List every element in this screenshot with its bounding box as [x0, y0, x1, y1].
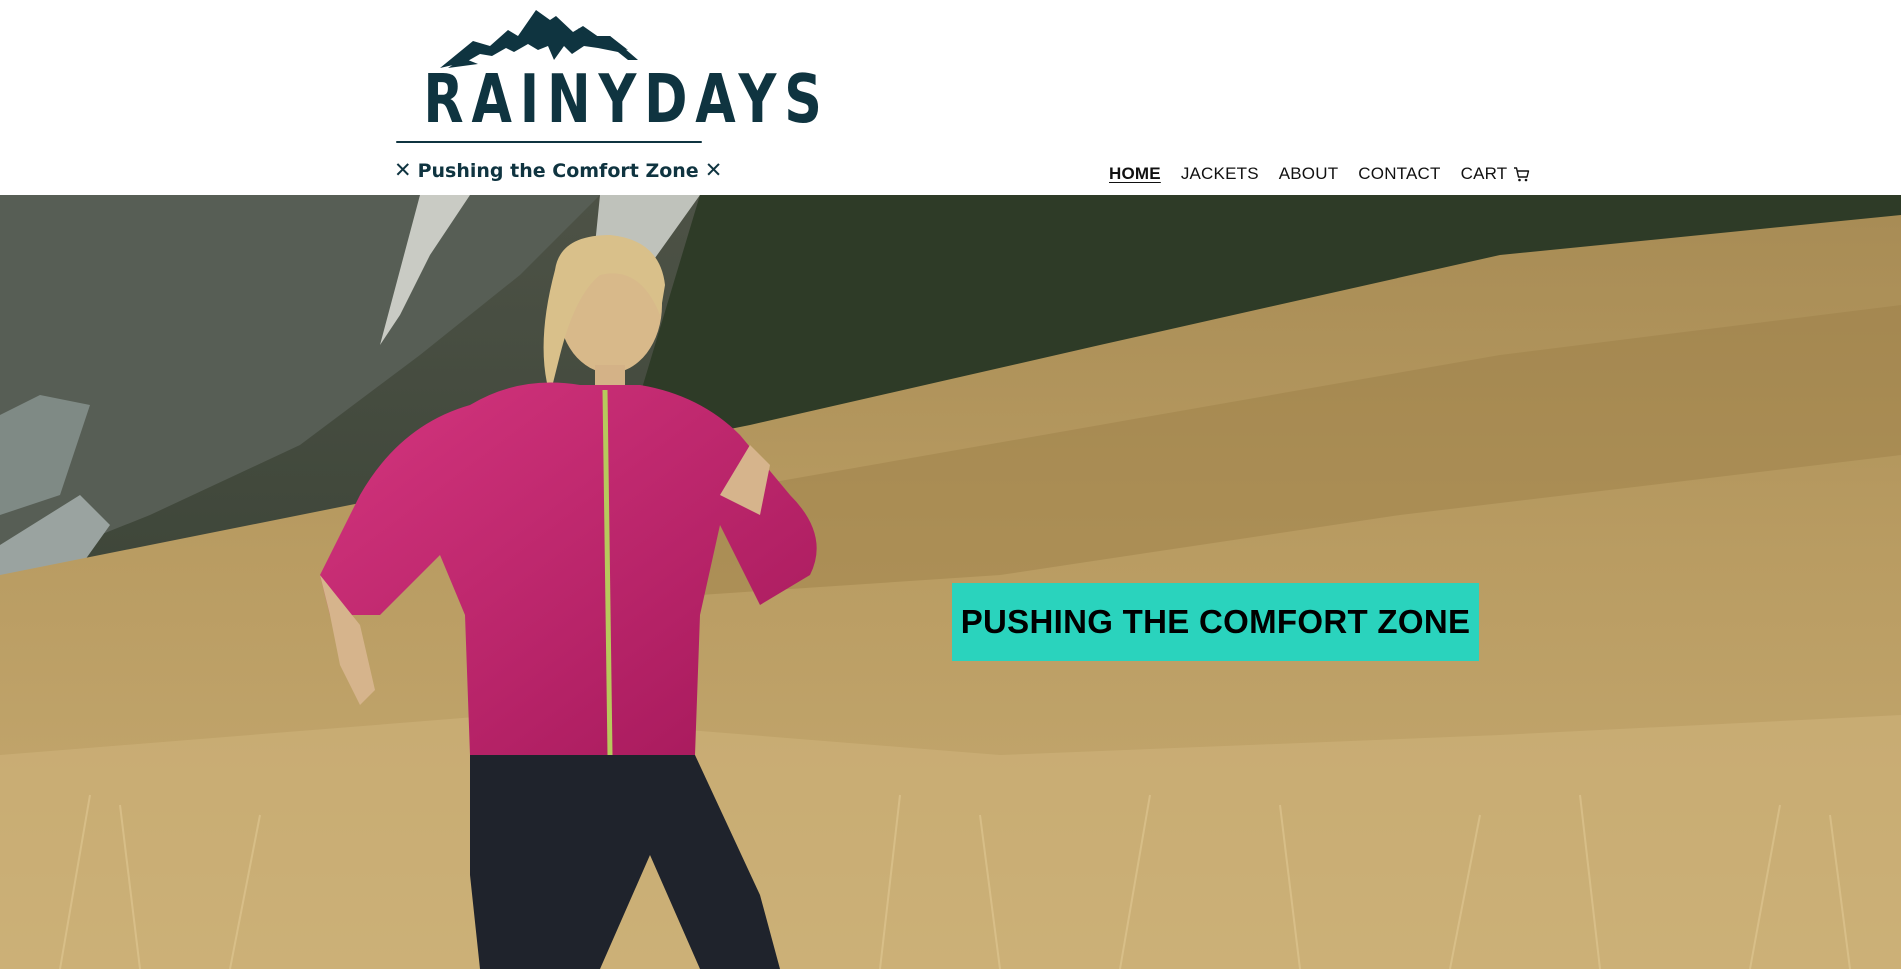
- hero-image: [0, 195, 1901, 969]
- logo-divider: [396, 141, 702, 143]
- nav-contact[interactable]: CONTACT: [1358, 164, 1440, 184]
- tagline-text: Pushing the Comfort Zone: [417, 160, 699, 182]
- hero-banner[interactable]: PUSHING THE COMFORT ZONE: [952, 583, 1479, 661]
- cross-icon: ✕: [704, 158, 723, 182]
- logo-link[interactable]: RAINYDAYS ✕ Pushing the Comfort Zone ✕: [388, 8, 830, 186]
- brand-tagline: ✕ Pushing the Comfort Zone ✕: [388, 158, 722, 182]
- nav-about[interactable]: ABOUT: [1279, 164, 1339, 184]
- mountain-logo-icon: [440, 10, 638, 68]
- brand-name: RAINYDAYS: [423, 60, 830, 138]
- nav-cart-label: CART: [1460, 164, 1508, 183]
- nav-jackets[interactable]: JACKETS: [1181, 164, 1259, 184]
- main-nav: HOME JACKETS ABOUT CONTACT CART: [1109, 164, 1530, 184]
- cross-icon: ✕: [394, 158, 412, 182]
- nav-cart[interactable]: CART: [1461, 164, 1531, 184]
- hero-banner-text: PUSHING THE COMFORT ZONE: [960, 603, 1471, 640]
- site-header: RAINYDAYS ✕ Pushing the Comfort Zone ✕ HOM…: [0, 0, 1901, 195]
- hero-section: PUSHING THE COMFORT ZONE: [0, 195, 1901, 969]
- cart-icon: [1513, 166, 1530, 182]
- nav-home[interactable]: HOME: [1109, 164, 1161, 184]
